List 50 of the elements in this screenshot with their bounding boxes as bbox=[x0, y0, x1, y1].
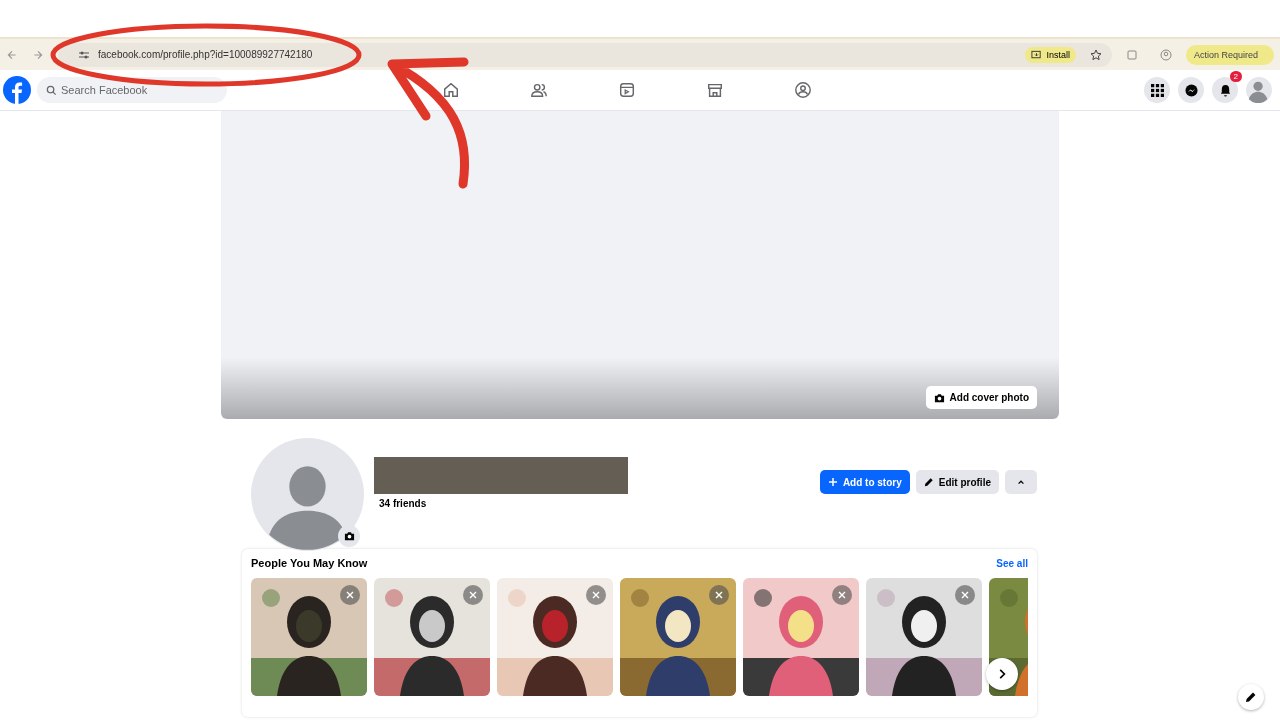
account-icon[interactable] bbox=[1159, 48, 1172, 61]
see-all-link[interactable]: See all bbox=[996, 557, 1028, 569]
notification-badge: 2 bbox=[1229, 71, 1242, 82]
dismiss-button[interactable] bbox=[586, 585, 606, 605]
messenger-button[interactable] bbox=[1178, 77, 1204, 103]
add-cover-photo-button[interactable]: Add cover photo bbox=[925, 386, 1037, 409]
new-message-button[interactable] bbox=[1238, 684, 1264, 710]
friends-icon[interactable] bbox=[530, 81, 548, 99]
home-icon[interactable] bbox=[442, 81, 460, 99]
dismiss-button[interactable] bbox=[832, 585, 852, 605]
grid-icon bbox=[1150, 83, 1164, 97]
edit-profile-button[interactable]: Edit profile bbox=[915, 470, 999, 494]
address-bar[interactable]: facebook.com/profile.php?id=100089927742180 Install bbox=[58, 42, 1112, 67]
bell-icon bbox=[1218, 83, 1232, 97]
close-icon bbox=[960, 590, 970, 600]
dismiss-button[interactable] bbox=[463, 585, 483, 605]
notifications-button[interactable] bbox=[1212, 77, 1238, 103]
close-icon bbox=[345, 590, 355, 600]
plus-icon bbox=[827, 477, 838, 487]
dismiss-button[interactable] bbox=[340, 585, 360, 605]
site-settings-icon[interactable] bbox=[78, 49, 90, 60]
section-title: People You May Know bbox=[251, 557, 368, 569]
video-icon[interactable] bbox=[618, 81, 636, 99]
next-button[interactable] bbox=[986, 658, 1018, 690]
groups-icon[interactable] bbox=[794, 81, 812, 99]
add-to-story-button[interactable]: Add to story bbox=[819, 470, 910, 494]
install-button[interactable]: Install bbox=[1025, 46, 1076, 63]
install-icon bbox=[1031, 49, 1043, 60]
close-icon bbox=[468, 590, 478, 600]
star-icon[interactable] bbox=[1089, 48, 1102, 61]
close-icon bbox=[837, 590, 847, 600]
camera-icon bbox=[343, 531, 355, 541]
pencil-icon bbox=[923, 477, 934, 487]
close-icon bbox=[714, 590, 724, 600]
account-avatar[interactable] bbox=[1246, 77, 1272, 103]
search-icon bbox=[46, 85, 57, 96]
camera-button[interactable] bbox=[338, 525, 360, 547]
friends-count: 34 friends bbox=[379, 498, 428, 509]
action-required-button[interactable]: Action Required bbox=[1185, 44, 1274, 65]
messenger-icon bbox=[1184, 83, 1198, 97]
close-icon bbox=[591, 590, 601, 600]
dismiss-button[interactable] bbox=[955, 585, 975, 605]
camera-icon bbox=[933, 392, 945, 403]
pencil-icon bbox=[1245, 691, 1257, 703]
logo-icon[interactable] bbox=[3, 76, 31, 104]
store-icon[interactable] bbox=[706, 81, 724, 99]
dismiss-button[interactable] bbox=[709, 585, 729, 605]
menu-button[interactable] bbox=[1144, 77, 1170, 103]
url-text: facebook.com/profile.php?id=100089927742180 bbox=[98, 49, 313, 60]
chevron-up-icon bbox=[1017, 479, 1025, 485]
